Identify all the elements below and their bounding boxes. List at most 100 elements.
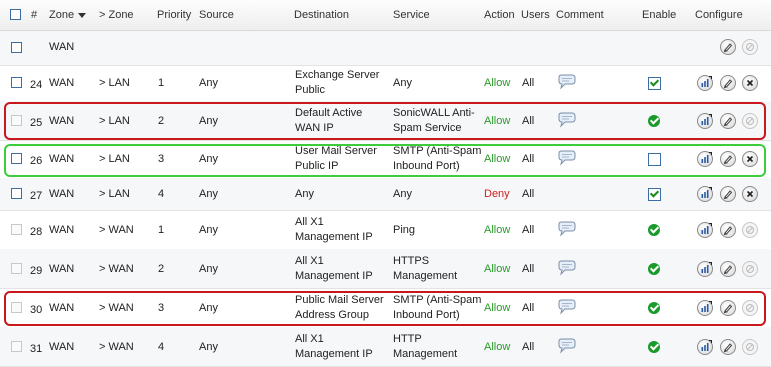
delete-icon[interactable] <box>742 151 758 167</box>
rule-users: All <box>522 115 535 127</box>
enable-checkbox[interactable] <box>648 153 661 166</box>
header-to-zone[interactable]: > Zone <box>99 9 134 21</box>
select-all-checkbox[interactable] <box>10 9 21 20</box>
comment-icon[interactable] <box>557 150 577 166</box>
rule-number: 31 <box>30 343 43 355</box>
row-checkbox[interactable] <box>11 77 22 88</box>
rule-from-zone: WAN <box>49 341 75 353</box>
comment-icon[interactable] <box>557 338 577 354</box>
rule-priority: 3 <box>158 302 165 314</box>
row-checkbox[interactable] <box>11 224 22 235</box>
rule-source: Any <box>199 188 218 200</box>
delete-disabled-icon <box>742 261 758 277</box>
rule-destination-line2: Public IP <box>295 160 339 172</box>
rule-to-zone: > WAN <box>99 341 134 353</box>
enabled-check-icon[interactable] <box>648 115 660 127</box>
rule-from-zone: WAN <box>49 188 75 200</box>
rule-destination-line1: All X1 <box>295 255 324 267</box>
edit-icon[interactable] <box>720 39 736 55</box>
header-source[interactable]: Source <box>199 9 234 21</box>
row-checkbox[interactable] <box>11 302 22 313</box>
edit-icon[interactable] <box>720 186 736 202</box>
header-enable[interactable]: Enable <box>642 9 676 21</box>
comment-icon[interactable] <box>557 299 577 315</box>
rule-users: All <box>522 77 535 89</box>
row-checkbox[interactable] <box>11 263 22 274</box>
delete-disabled-icon <box>742 39 758 55</box>
rule-destination-line2: Management IP <box>295 231 373 243</box>
rule-service-line1: SonicWALL Anti- <box>393 107 475 119</box>
stats-icon[interactable] <box>697 113 713 129</box>
edit-icon[interactable] <box>720 339 736 355</box>
stats-icon[interactable] <box>697 261 713 277</box>
rule-service-line1: SMTP (Anti-Spam <box>393 294 482 306</box>
enable-checkbox[interactable] <box>648 77 661 90</box>
rule-to-zone: > LAN <box>99 77 130 89</box>
comment-icon[interactable] <box>557 221 577 237</box>
stats-icon[interactable] <box>697 300 713 316</box>
comment-icon[interactable] <box>557 260 577 276</box>
rule-service: Any <box>393 77 412 89</box>
edit-icon[interactable] <box>720 75 736 91</box>
edit-icon[interactable] <box>720 222 736 238</box>
rule-destination-line1: Public Mail Server <box>295 294 384 306</box>
enabled-check-icon[interactable] <box>648 341 660 353</box>
edit-icon[interactable] <box>720 113 736 129</box>
rule-number: 24 <box>30 79 43 91</box>
edit-icon[interactable] <box>720 300 736 316</box>
rule-users: All <box>522 153 535 165</box>
table-row: 24 WAN > LAN 1 Any Exchange Server Public Any Al… <box>0 65 771 102</box>
rule-to-zone: > LAN <box>99 188 130 200</box>
rule-action: Allow <box>484 302 511 314</box>
row-checkbox[interactable] <box>11 115 22 126</box>
rule-service-line2: Inbound Port) <box>393 309 460 321</box>
header-priority[interactable]: Priority <box>157 9 191 21</box>
header-zone[interactable]: Zone <box>49 9 87 21</box>
rule-action: Deny <box>484 188 510 200</box>
rule-from-zone: WAN <box>49 115 75 127</box>
header-destination[interactable]: Destination <box>294 9 349 21</box>
stats-icon[interactable] <box>697 339 713 355</box>
header-users[interactable]: Users <box>521 9 550 21</box>
edit-icon[interactable] <box>720 261 736 277</box>
rule-from-zone: WAN <box>49 153 75 165</box>
rule-users: All <box>522 263 535 275</box>
enable-checkbox[interactable] <box>648 188 661 201</box>
row-checkbox[interactable] <box>11 188 22 199</box>
delete-icon[interactable] <box>742 186 758 202</box>
rule-action: Allow <box>484 341 511 353</box>
stats-icon[interactable] <box>697 222 713 238</box>
rule-destination-line1: Exchange Server <box>295 69 380 81</box>
row-checkbox[interactable] <box>11 341 22 352</box>
stats-icon[interactable] <box>697 186 713 202</box>
rule-number: 26 <box>30 155 43 167</box>
row-checkbox[interactable] <box>11 153 22 164</box>
rule-service-line2: Inbound Port) <box>393 160 460 172</box>
rule-priority: 2 <box>158 115 165 127</box>
enabled-check-icon[interactable] <box>648 224 660 236</box>
rule-destination-line2: Management IP <box>295 348 373 360</box>
edit-icon[interactable] <box>720 151 736 167</box>
enabled-check-icon[interactable] <box>648 302 660 314</box>
rule-destination-line2: WAN IP <box>295 122 334 134</box>
table-row: 31 WAN > WAN 4 Any All X1 Management IP HTTP Man… <box>0 327 771 367</box>
group-checkbox[interactable] <box>11 42 22 53</box>
rule-source: Any <box>199 115 218 127</box>
rule-service-line1: SMTP (Anti-Spam <box>393 145 482 157</box>
comment-icon[interactable] <box>557 74 577 90</box>
header-service[interactable]: Service <box>393 9 430 21</box>
rule-source: Any <box>199 302 218 314</box>
table-header: # Zone > Zone Priority Source Destinatio… <box>0 0 771 31</box>
header-action[interactable]: Action <box>484 9 515 21</box>
stats-icon[interactable] <box>697 151 713 167</box>
rule-service-line2: Management <box>393 270 458 282</box>
stats-icon[interactable] <box>697 75 713 91</box>
rule-source: Any <box>199 224 218 236</box>
delete-icon[interactable] <box>742 75 758 91</box>
rule-source: Any <box>199 77 218 89</box>
header-comment[interactable]: Comment <box>556 9 604 21</box>
enabled-check-icon[interactable] <box>648 263 660 275</box>
rule-to-zone: > LAN <box>99 153 130 165</box>
comment-icon[interactable] <box>557 112 577 128</box>
table-row: 30 WAN > WAN 3 Any Public Mail Server Address … <box>0 288 771 328</box>
